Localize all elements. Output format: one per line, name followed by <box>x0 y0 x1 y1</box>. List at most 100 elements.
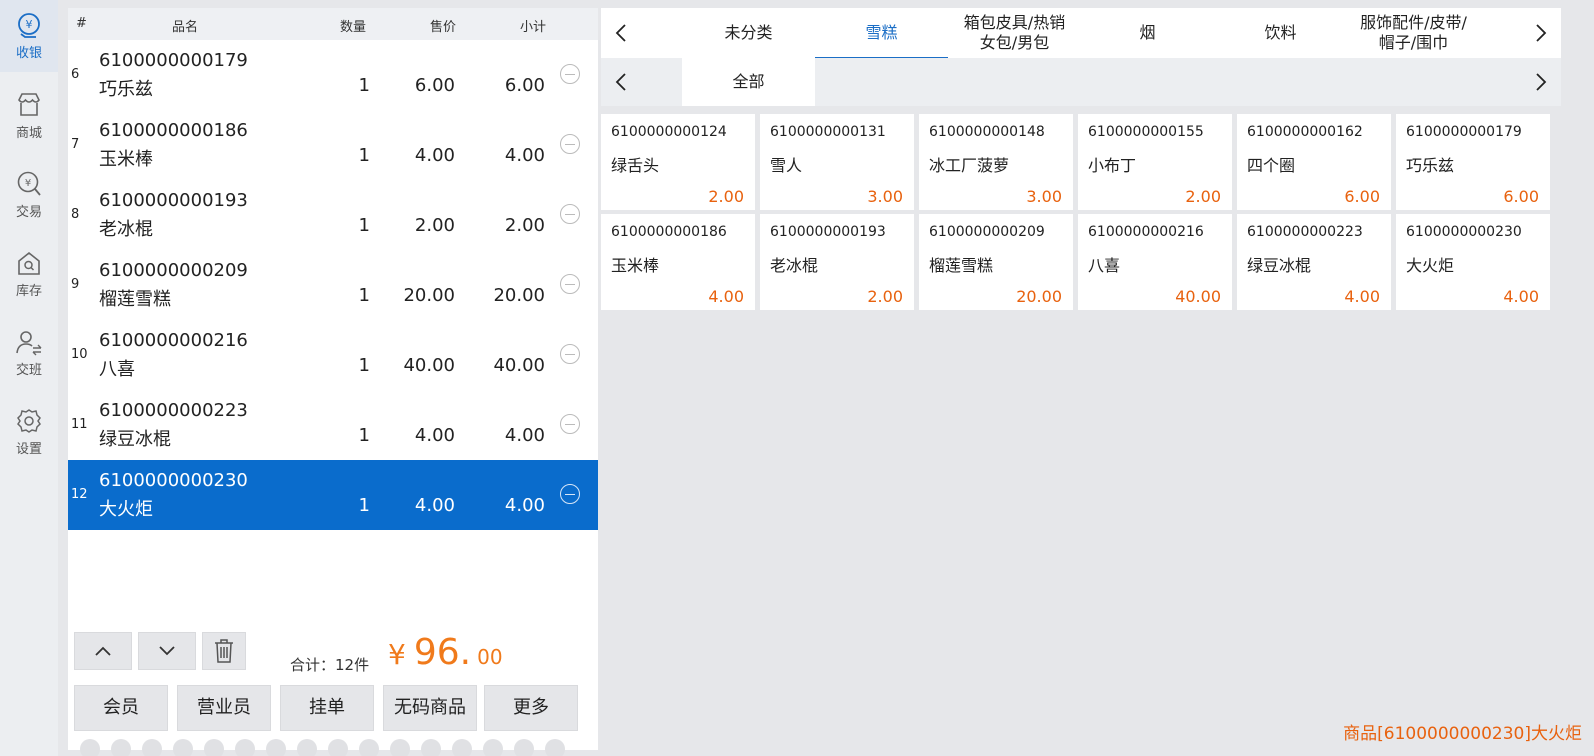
sidebar-item-label: 收银 <box>15 46 42 61</box>
product-card[interactable]: 6100000000223 绿豆冰棍 4.00 <box>1237 214 1391 310</box>
tab-uncategorized[interactable]: 未分类 <box>682 8 815 58</box>
remove-item-icon[interactable] <box>560 344 580 364</box>
product-card[interactable]: 6100000000230 大火炬 4.00 <box>1396 214 1550 310</box>
row-price: 6.00 <box>414 75 455 96</box>
trash-icon <box>215 639 233 663</box>
row-index: 9 <box>71 277 80 292</box>
member-button[interactable]: 会员 <box>74 685 168 731</box>
tab-drinks[interactable]: 饮料 <box>1214 8 1347 58</box>
decorative-dot <box>235 739 255 756</box>
remove-item-icon[interactable] <box>560 134 580 154</box>
remove-item-icon[interactable] <box>560 274 580 294</box>
product-price: 20.00 <box>1016 287 1062 306</box>
no-barcode-item-button[interactable]: 无码商品 <box>383 685 477 731</box>
decorative-dot <box>266 739 286 756</box>
sidebar-item-transaction[interactable]: ¥ 交易 <box>0 159 58 231</box>
chevron-left-icon <box>615 24 626 42</box>
product-card[interactable]: 6100000000209 榴莲雪糕 20.00 <box>919 214 1073 310</box>
decorative-dot <box>359 739 379 756</box>
order-row[interactable]: 7 6100000000186 玉米棒 1 4.00 4.00 <box>68 110 598 180</box>
decorative-dot <box>452 739 472 756</box>
row-product-name: 大火炬 <box>99 499 153 520</box>
row-subtotal: 6.00 <box>504 75 545 96</box>
sidebar-item-label: 商城 <box>15 126 42 141</box>
sidebar-item-cashier[interactable]: ¥ 收银 <box>0 0 58 72</box>
product-name: 巧乐兹 <box>1406 156 1455 175</box>
decorative-dot <box>390 739 410 756</box>
transaction-icon: ¥ <box>17 171 41 196</box>
decorative-dot <box>421 739 441 756</box>
category-next-button[interactable] <box>1521 8 1561 58</box>
row-index: 8 <box>71 207 80 222</box>
remove-item-icon[interactable] <box>560 414 580 434</box>
delete-button[interactable] <box>202 632 246 670</box>
decorative-dot <box>514 739 534 756</box>
order-row[interactable]: 10 6100000000216 八喜 1 40.00 40.00 <box>68 320 598 390</box>
svg-text:¥: ¥ <box>26 18 33 31</box>
sidebar-item-settings[interactable]: 设置 <box>0 396 58 468</box>
row-quantity: 1 <box>358 355 370 376</box>
product-card[interactable]: 6100000000179 巧乐兹 6.00 <box>1396 114 1550 210</box>
row-price: 4.00 <box>414 145 455 166</box>
category-prev-button[interactable] <box>601 8 641 58</box>
row-product-name: 八喜 <box>99 359 135 380</box>
order-row[interactable]: 6 6100000000179 巧乐兹 1 6.00 6.00 <box>68 40 598 110</box>
remove-item-icon[interactable] <box>560 64 580 84</box>
row-price: 40.00 <box>403 355 455 376</box>
decorative-dot <box>80 739 100 756</box>
remove-item-icon[interactable] <box>560 484 580 504</box>
total-count-label: 合计：12件 <box>290 656 370 674</box>
category-tabs: 未分类 雪糕 箱包皮具/热销 女包/男包 烟 饮料 服饰配件/皮带/ 帽子/围巾 <box>601 8 1561 58</box>
decorative-dot <box>328 739 348 756</box>
row-barcode: 6100000000223 <box>99 400 248 421</box>
tab-ice-cream[interactable]: 雪糕 <box>815 8 948 58</box>
product-card[interactable]: 6100000000148 冰工厂菠萝 3.00 <box>919 114 1073 210</box>
product-card[interactable]: 6100000000162 四个圈 6.00 <box>1237 114 1391 210</box>
product-name: 八喜 <box>1088 256 1121 275</box>
order-row-selected[interactable]: 12 6100000000230 大火炬 1 4.00 4.00 <box>68 460 598 530</box>
subcategory-next-button[interactable] <box>1521 58 1561 106</box>
order-row[interactable]: 9 6100000000209 榴莲雪糕 1 20.00 20.00 <box>68 250 598 320</box>
order-row[interactable]: 11 6100000000223 绿豆冰棍 1 4.00 4.00 <box>68 390 598 460</box>
decorative-dot <box>142 739 162 756</box>
row-subtotal: 4.00 <box>504 145 545 166</box>
order-row[interactable]: 8 6100000000193 老冰棍 1 2.00 2.00 <box>68 180 598 250</box>
product-card[interactable]: 6100000000216 八喜 40.00 <box>1078 214 1232 310</box>
total-integer: 96. <box>413 632 472 673</box>
product-card[interactable]: 6100000000155 小布丁 2.00 <box>1078 114 1232 210</box>
column-header: 数量 <box>340 20 367 35</box>
move-down-button[interactable] <box>138 632 196 670</box>
sidebar-item-inventory[interactable]: 库存 <box>0 238 58 310</box>
product-name: 小布丁 <box>1088 156 1137 175</box>
tab-tobacco[interactable]: 烟 <box>1081 8 1214 58</box>
product-name: 大火炬 <box>1406 256 1455 275</box>
product-barcode: 6100000000131 <box>770 124 886 140</box>
column-header: 小计 <box>520 20 547 35</box>
order-panel: # 品名 数量 售价 小计 6 6100000000179 巧乐兹 1 6.00… <box>68 8 598 756</box>
tab-bags-leather[interactable]: 箱包皮具/热销 女包/男包 <box>948 8 1081 58</box>
product-price: 6.00 <box>1344 187 1380 206</box>
product-barcode: 6100000000193 <box>770 224 886 240</box>
product-barcode: 6100000000179 <box>1406 124 1522 140</box>
row-quantity: 1 <box>358 145 370 166</box>
sidebar-item-store[interactable]: 商城 <box>0 80 58 152</box>
gear-icon <box>17 409 41 433</box>
tab-apparel-accessories[interactable]: 服饰配件/皮带/ 帽子/围巾 <box>1347 8 1480 58</box>
product-card[interactable]: 6100000000193 老冰棍 2.00 <box>760 214 914 310</box>
more-button[interactable]: 更多 <box>484 685 578 731</box>
subcategory-prev-button[interactable] <box>601 58 641 106</box>
shift-handover-icon <box>16 331 42 356</box>
move-up-button[interactable] <box>74 632 132 670</box>
product-card[interactable]: 6100000000186 玉米棒 4.00 <box>601 214 755 310</box>
product-barcode: 6100000000148 <box>929 124 1045 140</box>
remove-item-icon[interactable] <box>560 204 580 224</box>
product-card[interactable]: 6100000000124 绿舌头 2.00 <box>601 114 755 210</box>
product-card[interactable]: 6100000000131 雪人 3.00 <box>760 114 914 210</box>
hold-order-button[interactable]: 挂单 <box>280 685 374 731</box>
row-price: 20.00 <box>403 285 455 306</box>
sidebar-item-shift[interactable]: 交班 <box>0 317 58 389</box>
salesperson-button[interactable]: 营业员 <box>177 685 271 731</box>
subcategory-all[interactable]: 全部 <box>682 58 815 106</box>
row-price: 2.00 <box>414 215 455 236</box>
row-quantity: 1 <box>358 495 370 516</box>
